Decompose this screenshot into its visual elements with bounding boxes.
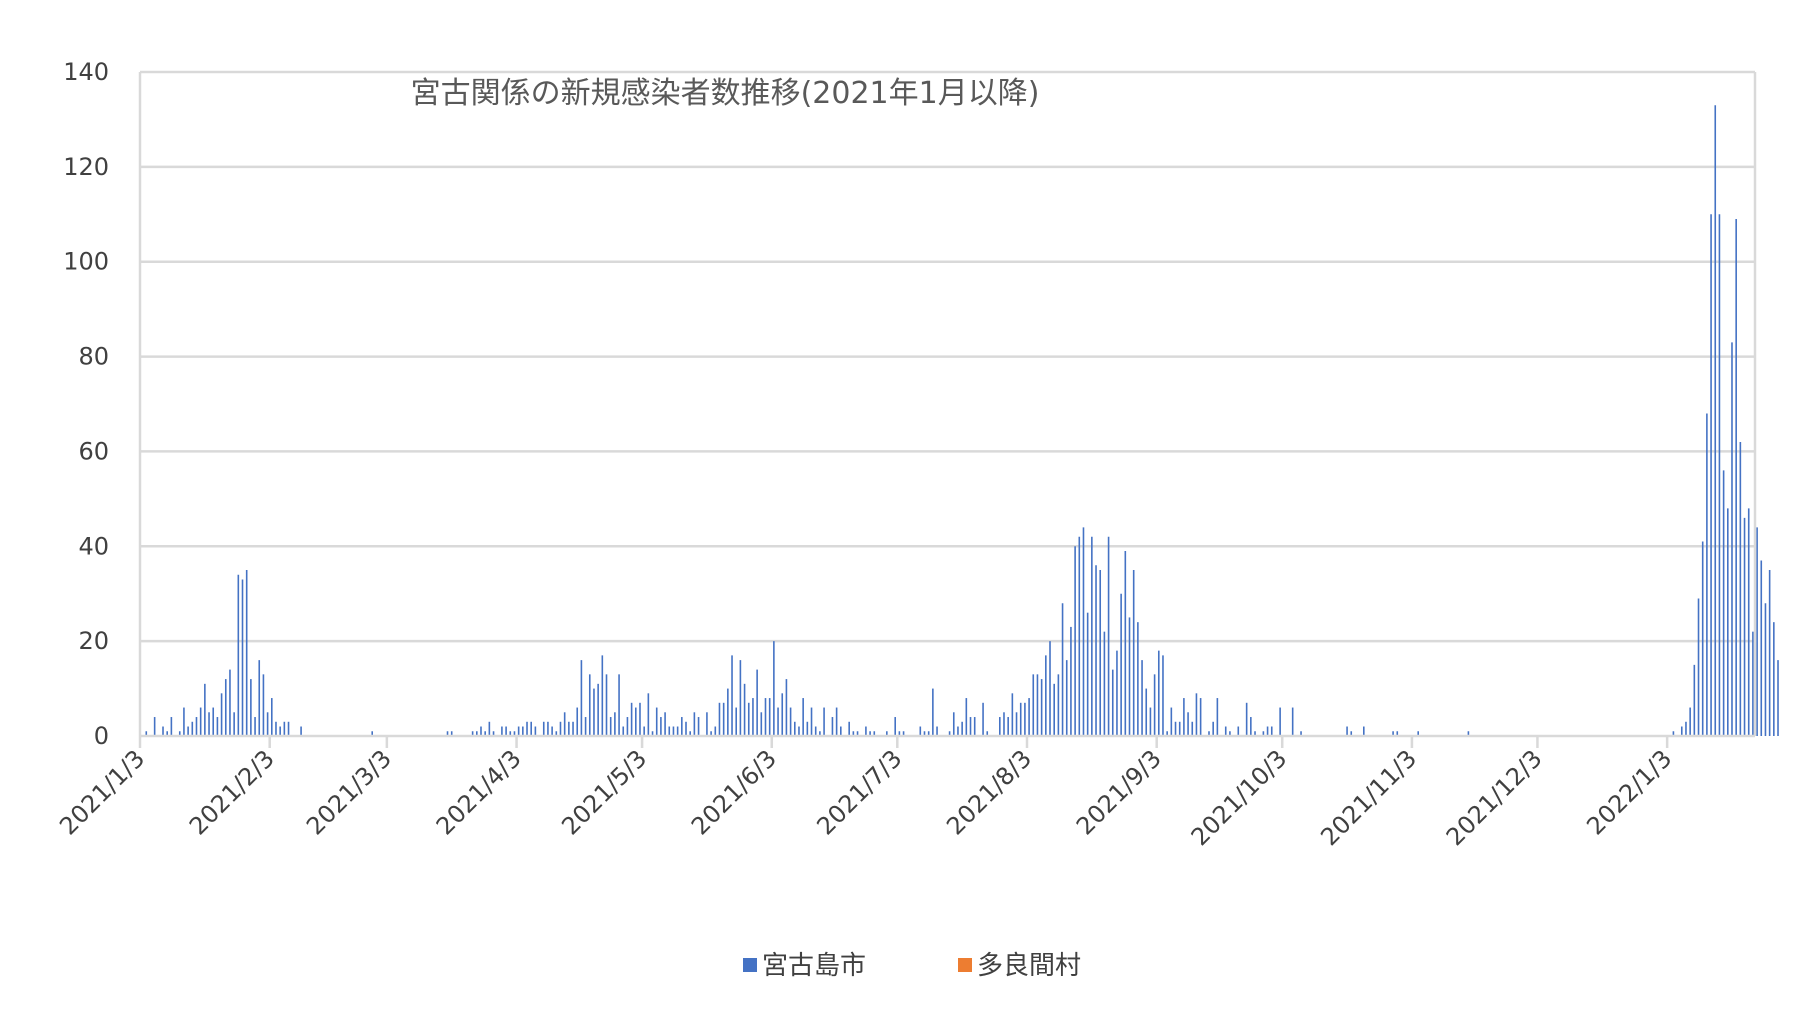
- x-tick-label: 2021/8/3: [941, 744, 1037, 840]
- x-tick-label: 2021/9/3: [1071, 744, 1167, 840]
- x-tick-label: 2021/3/3: [301, 744, 397, 840]
- x-tick-label: 2021/11/3: [1315, 744, 1422, 851]
- gridlines: [140, 70, 1755, 643]
- legend-swatch-taramason: [958, 958, 972, 972]
- y-tick-label: 120: [63, 153, 109, 181]
- x-tick-label: 2021/2/3: [184, 744, 280, 840]
- legend-label-taramason: 多良間村: [977, 951, 1081, 981]
- y-tick-label: 140: [63, 58, 109, 86]
- x-tick-label: 2022/1/3: [1581, 744, 1677, 840]
- y-tick-labels: 0 20 40 60 80 100 120 140: [63, 58, 109, 750]
- x-tick-label: 2021/7/3: [812, 744, 908, 840]
- x-tick-label: 2021/5/3: [556, 744, 652, 840]
- y-tick-label: 80: [78, 343, 109, 371]
- x-tick-label: 2021/12/3: [1441, 744, 1548, 851]
- legend: 宮古島市 多良間村: [743, 951, 1081, 981]
- legend-swatch-miyakojima: [743, 958, 757, 972]
- y-tick-label: 60: [78, 437, 109, 465]
- chart-canvas: 020406080100120140 2021/1/3 2021/2/3 2021/…: [54, 58, 1779, 981]
- y-tick-label: 0: [94, 722, 109, 750]
- axes: [138, 72, 1757, 748]
- y-tick-label: 20: [78, 627, 109, 655]
- x-tick-label: 2021/1/3: [54, 744, 150, 840]
- legend-label-miyakojima: 宮古島市: [762, 951, 866, 981]
- y-tick-label: 100: [63, 248, 109, 276]
- x-tick-label: 2021/4/3: [431, 744, 527, 840]
- x-tick-label: 2021/10/3: [1186, 744, 1293, 851]
- chart-title: 宮古関係の新規感染者数推移(2021年1月以降): [411, 76, 1040, 111]
- x-tick-label: 2021/6/3: [686, 744, 782, 840]
- y-tick-label: 40: [78, 532, 109, 560]
- x-tick-labels: 2021/1/3 2021/2/3 2021/3/3 2021/4/3 2021/5/3…: [54, 744, 1677, 851]
